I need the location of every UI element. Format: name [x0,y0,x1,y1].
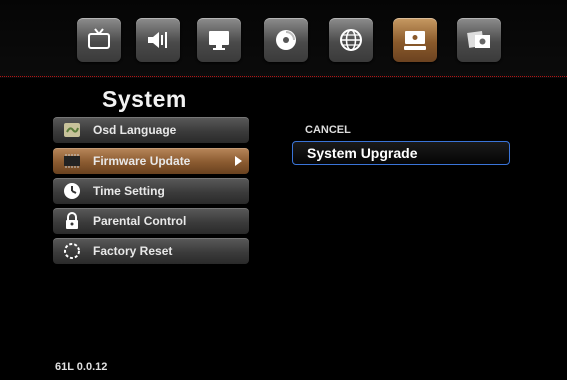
menu-item-factory-reset[interactable]: Factory Reset [53,238,249,264]
section-title: System [102,86,187,112]
menu-item-firmware-update[interactable]: Firmware Update [53,148,249,174]
menu-item-label: Factory Reset [93,244,173,258]
firmware-version: 61L 0.0.12 [55,361,108,373]
header-divider [0,76,567,77]
top-icon-bar [0,0,567,78]
menu-item-parental-control[interactable]: Parental Control [53,208,249,234]
menu-item-label: Osd Language [93,123,177,137]
clock-icon [61,180,83,202]
menu-item-time-setting[interactable]: Time Setting [53,178,249,204]
tv-icon[interactable] [77,18,121,62]
cancel-option[interactable]: CANCEL [305,124,351,136]
system-upgrade-label: System Upgrade [307,145,418,161]
photo-icon[interactable] [457,18,501,62]
lock-icon [61,210,83,232]
chip-icon [61,150,83,172]
menu-item-label: Firmware Update [93,154,191,168]
menu-item-osd-language[interactable]: Osd Language [53,117,249,143]
menu-item-label: Parental Control [93,214,187,228]
disc-icon[interactable] [264,18,308,62]
monitor-icon[interactable] [197,18,241,62]
menu-item-label: Time Setting [93,184,165,198]
reset-icon [61,240,83,262]
globe-icon[interactable] [329,18,373,62]
submenu-arrow-icon [235,156,242,166]
system-upgrade-option[interactable]: System Upgrade [292,141,510,165]
system-icon[interactable] [393,18,437,62]
speaker-icon[interactable] [136,18,180,62]
language-flag-icon [61,119,83,141]
